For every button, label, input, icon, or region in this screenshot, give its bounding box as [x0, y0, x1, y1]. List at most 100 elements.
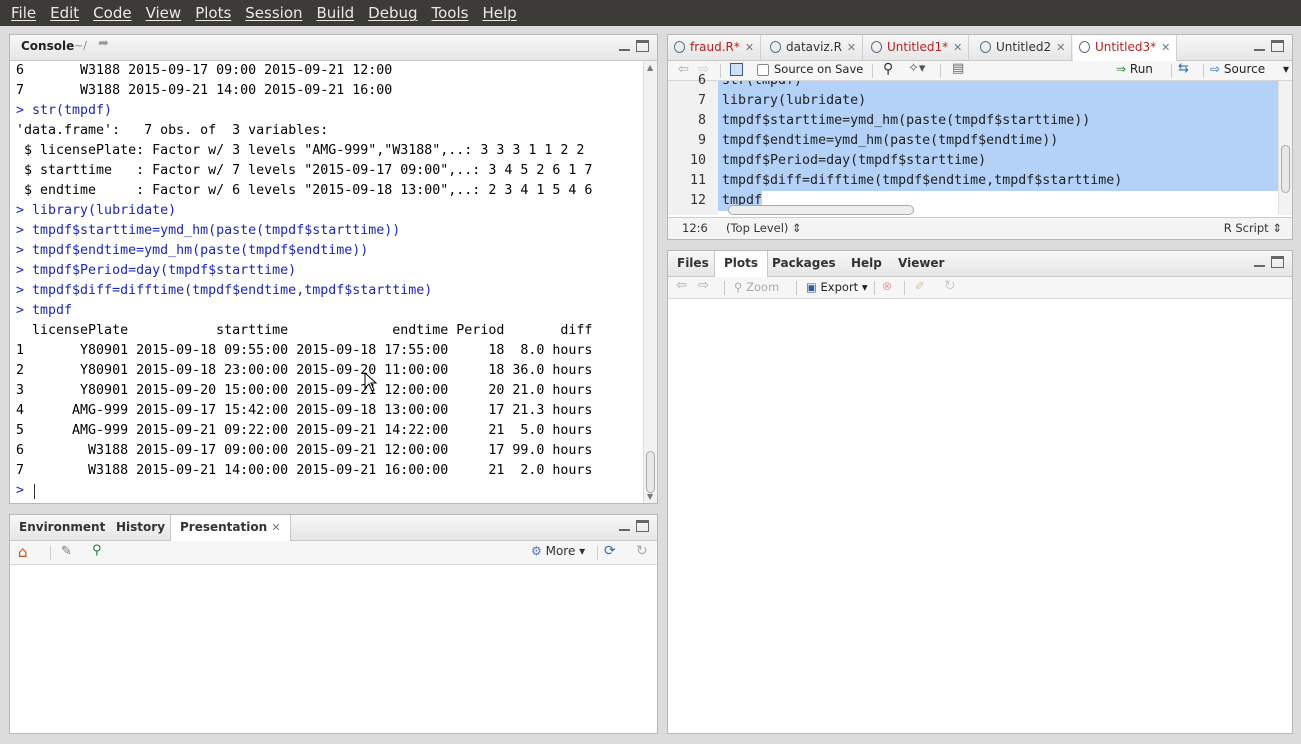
maximize-pane-button[interactable]	[636, 40, 649, 52]
home-icon[interactable]: ⌂	[18, 543, 28, 561]
export-button[interactable]: ▣ Export ▾	[806, 280, 868, 294]
more-label: More	[545, 544, 576, 558]
compile-report-icon[interactable]: ▤	[952, 61, 964, 76]
console-output-line: $ endtime : Factor w/ 6 levels "2015-09-…	[16, 183, 593, 198]
code-line: tmpdf$diff=difftime(tmpdf$endtime,tmpdf$…	[722, 173, 1123, 188]
console-output-line: licensePlate starttime endtime Period di…	[16, 323, 593, 338]
goto-directory-icon[interactable]: ➦	[98, 36, 109, 51]
console-output-line: 1 Y80901 2015-09-18 09:55:00 2015-09-18 …	[16, 343, 593, 358]
rerun-icon[interactable]: ⇆	[1178, 61, 1189, 76]
console-output[interactable]: 6 W3188 2015-09-17 09:00 2015-09-21 12:0…	[10, 61, 643, 503]
export-label: Export	[820, 280, 859, 294]
tab-history[interactable]: History	[107, 515, 174, 540]
console-command-line: > tmpdf$diff=difftime(tmpdf$endtime,tmpd…	[16, 283, 433, 298]
minimize-pane-button[interactable]	[1253, 256, 1266, 269]
source-editor-pane: fraud.R* ✕ dataviz.R ✕ Untitled1* ✕ Untitled2 ✕…	[667, 34, 1293, 240]
menu-code[interactable]: Code	[86, 0, 138, 26]
environment-tabs: Environment History Presentation ✕	[10, 515, 657, 541]
console-output-line: 7 W3188 2015-09-21 14:00 2015-09-21 16:0…	[16, 83, 393, 98]
menu-tools[interactable]: Tools	[425, 0, 476, 26]
editor-statusbar: 12:6 (Top Level) ⇕ R Script ⇕	[668, 217, 1292, 239]
console-output-line: 5 AMG-999 2015-09-21 09:22:00 2015-09-21…	[16, 423, 593, 438]
menu-help[interactable]: Help	[475, 0, 523, 26]
console-scroll-thumb[interactable]	[646, 451, 655, 493]
menu-plots[interactable]: Plots	[188, 0, 238, 26]
refresh-icon[interactable]: ↻	[636, 543, 648, 559]
tab-viewer[interactable]: Viewer	[889, 251, 953, 276]
editor-toolbar: ⇦ ⇨ Source on Save ⚲ ✧▾ ▤ ⇒ Run ⇆ ⇨ Sour…	[668, 61, 1292, 81]
maximize-pane-button[interactable]	[1271, 256, 1284, 268]
zoom-button[interactable]: ⚲ Zoom	[734, 280, 779, 294]
run-button[interactable]: ⇒ Run	[1116, 62, 1153, 76]
line-number: 6	[697, 73, 706, 88]
file-type-selector[interactable]: R Script ⇕	[1224, 218, 1282, 239]
console-output-line: 2 Y80901 2015-09-18 23:00:00 2015-09-20 …	[16, 363, 593, 378]
console-pane: Console ~/ ➦ 6 W3188 2015-09-17 09:00 20…	[9, 34, 658, 504]
menu-session[interactable]: Session	[238, 0, 309, 26]
r-file-icon	[871, 41, 882, 53]
line-number: 11	[689, 173, 706, 188]
minimize-pane-button[interactable]	[618, 520, 631, 533]
tab-packages[interactable]: Packages	[763, 251, 845, 276]
minimize-pane-button[interactable]	[618, 40, 631, 53]
code-editor[interactable]: str(tmpdf) library(lubridate) tmpdf$startt…	[718, 81, 1278, 215]
menu-debug[interactable]: Debug	[361, 0, 424, 26]
tab-plots[interactable]: Plots	[714, 251, 769, 277]
editor-vscroll-thumb[interactable]	[1281, 145, 1290, 193]
close-tab-icon[interactable]: ✕	[953, 41, 962, 54]
menu-build[interactable]: Build	[310, 0, 362, 26]
editor-hscroll[interactable]	[720, 204, 1274, 216]
edit-icon[interactable]: ✎	[61, 544, 72, 559]
editor-vscroll[interactable]	[1278, 81, 1292, 215]
save-icon[interactable]	[730, 63, 743, 76]
menu-edit[interactable]: Edit	[43, 0, 86, 26]
console-header: Console ~/ ➦	[10, 35, 657, 61]
editor-hscroll-thumb[interactable]	[728, 205, 914, 215]
menu-view[interactable]: View	[139, 0, 189, 26]
editor-tab[interactable]: fraud.R* ✕	[668, 35, 762, 60]
console-command-line: >	[16, 483, 33, 498]
tab-environment[interactable]: Environment	[10, 515, 114, 540]
cursor-position: 12:6	[682, 221, 708, 235]
clear-all-icon[interactable]: ✐	[915, 279, 925, 293]
run-icon: ⇒	[1116, 62, 1127, 76]
editor-tab[interactable]: Untitled2 ✕	[974, 35, 1073, 60]
zoom-icon: ⚲	[734, 280, 743, 294]
more-menu[interactable]: ⚙ More ▾	[531, 544, 585, 558]
mouse-cursor-icon	[364, 372, 377, 392]
tab-help[interactable]: Help	[842, 251, 891, 276]
editor-tab[interactable]: dataviz.R ✕	[764, 35, 864, 60]
code-tools-icon[interactable]: ✧▾	[908, 61, 925, 76]
editor-tab[interactable]: Untitled1* ✕	[865, 35, 970, 60]
find-icon[interactable]: ⚲	[883, 61, 893, 77]
editor-tab-label: Untitled3*	[1095, 40, 1157, 54]
editor-tab[interactable]: Untitled3* ✕	[1073, 35, 1178, 61]
zoom-label: Zoom	[746, 280, 780, 294]
maximize-pane-button[interactable]	[1271, 40, 1284, 52]
sync-icon[interactable]: ⟳	[604, 543, 616, 559]
console-scrollbar[interactable]: ▲ ▼	[643, 61, 657, 503]
close-tab-icon[interactable]: ✕	[1161, 41, 1170, 54]
close-tab-icon[interactable]: ✕	[745, 41, 754, 54]
r-file-icon	[980, 41, 991, 53]
minimize-pane-button[interactable]	[1253, 40, 1266, 53]
menu-file[interactable]: File	[4, 0, 43, 26]
tab-files[interactable]: Files	[668, 251, 718, 276]
source-button[interactable]: ⇨ Source ▾	[1210, 62, 1289, 76]
back-icon[interactable]: ⇦	[678, 62, 689, 77]
tab-presentation[interactable]: Presentation ✕	[170, 515, 291, 541]
close-tab-icon[interactable]: ✕	[847, 41, 856, 54]
source-on-save-checkbox[interactable]	[757, 64, 769, 76]
close-tab-icon[interactable]: ✕	[1056, 41, 1065, 54]
refresh-icon[interactable]: ↻	[944, 278, 956, 294]
maximize-pane-button[interactable]	[636, 520, 649, 532]
close-tab-icon[interactable]: ✕	[271, 521, 280, 534]
remove-plot-icon[interactable]: ⊗	[882, 279, 892, 293]
console-output-line: 3 Y80901 2015-09-20 15:00:00 2015-09-21 …	[16, 383, 593, 398]
console-command-line: > tmpdf$Period=day(tmpdf$starttime)	[16, 263, 297, 278]
previous-plot-icon[interactable]: ⇦	[676, 278, 687, 293]
next-plot-icon[interactable]: ⇨	[698, 278, 709, 293]
scope-selector[interactable]: (Top Level) ⇕	[726, 218, 802, 239]
zoom-icon[interactable]: ⚲	[92, 543, 102, 558]
console-output-line: $ starttime : Factor w/ 7 levels "2015-0…	[16, 163, 593, 178]
